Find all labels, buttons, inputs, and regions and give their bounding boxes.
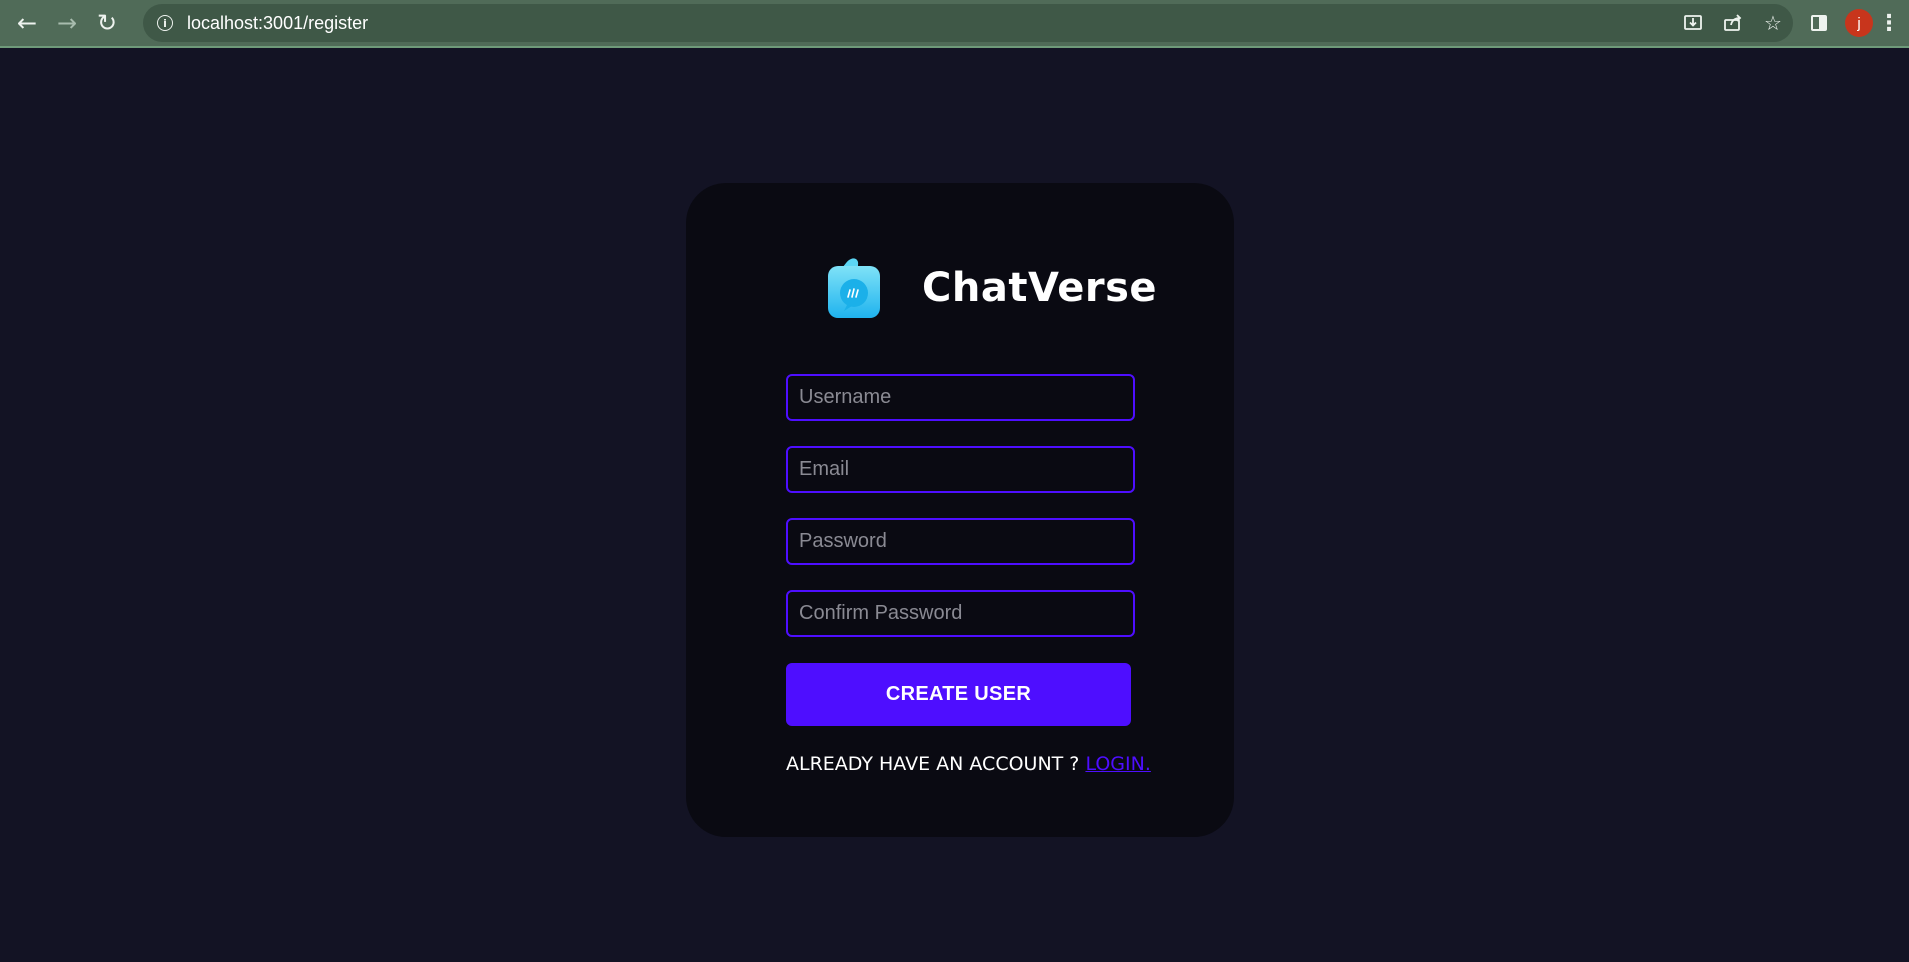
email-input[interactable] [786,446,1135,493]
url-text[interactable]: localhost:3001/register [187,13,368,34]
kebab-menu-icon[interactable]: ⋮ [1873,3,1905,43]
arrow-right-icon[interactable]: → [47,3,87,43]
reload-icon[interactable]: ↻ [87,3,127,43]
avatar[interactable]: j [1845,9,1873,37]
info-icon[interactable]: i [157,15,173,31]
browser-toolbar: ← → ↻ i localhost:3001/register ☆ j ⋮ [0,0,1909,48]
address-bar[interactable]: i localhost:3001/register ☆ [143,4,1793,42]
arrow-left-icon[interactable]: ← [7,3,47,43]
side-panel-icon[interactable] [1799,3,1839,43]
password-input[interactable] [786,518,1135,565]
install-icon[interactable] [1673,4,1713,42]
brand: ChatVerse [827,257,1157,319]
login-link[interactable]: LOGIN. [1085,753,1150,775]
account-prompt-text: ALREADY HAVE AN ACCOUNT ? [786,753,1080,775]
login-prompt: ALREADY HAVE AN ACCOUNT ? LOGIN. [786,753,1151,775]
create-user-button[interactable]: CREATE USER [786,663,1131,726]
register-card: ChatVerse CREATE USER ALREADY HAVE AN AC… [686,183,1234,837]
username-input[interactable] [786,374,1135,421]
confirm-password-input[interactable] [786,590,1135,637]
brand-name: ChatVerse [922,265,1158,311]
share-icon[interactable] [1713,4,1753,42]
chat-bubble-logo-icon [828,258,880,318]
star-icon[interactable]: ☆ [1753,4,1793,42]
